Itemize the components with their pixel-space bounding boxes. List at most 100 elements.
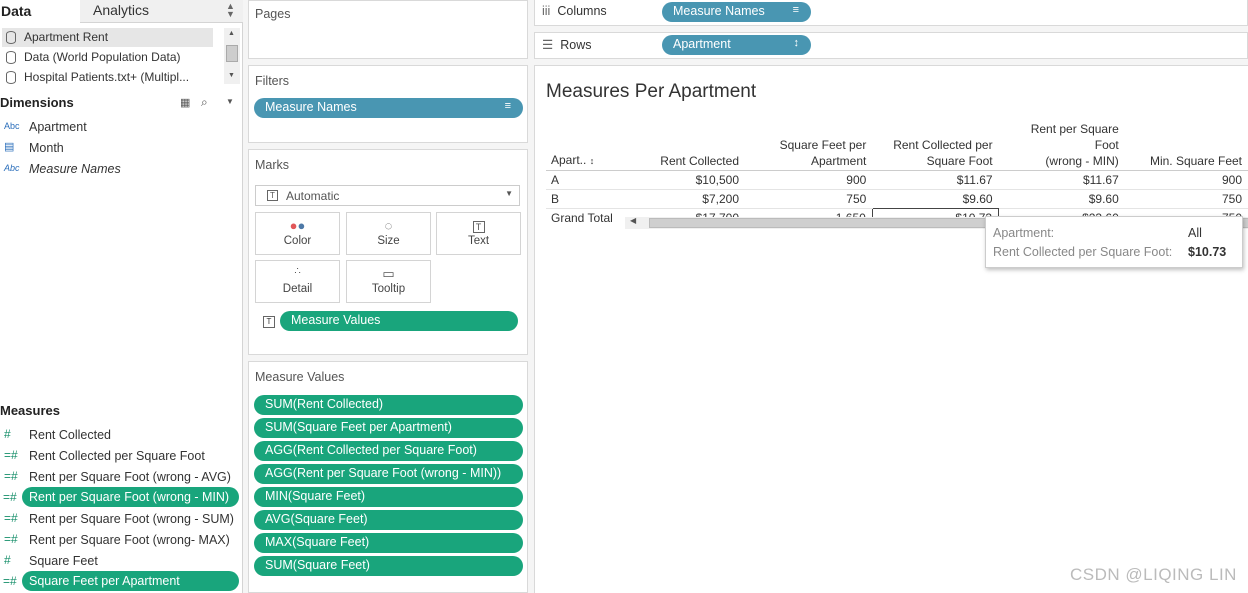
measure-field[interactable]: =# Rent per Square Foot (wrong- MAX)	[4, 530, 230, 550]
text-icon: T	[437, 218, 520, 235]
tooltip-button[interactable]: ▭ Tooltip	[346, 260, 431, 303]
table-header-row: Apart.. ↕ Rent Collected Square Feet per…	[546, 121, 1248, 171]
measure-values-title: Measure Values	[255, 370, 345, 384]
data-source-label: Apartment Rent	[24, 30, 109, 44]
filter-pill[interactable]: Measure Names ≡	[254, 98, 523, 118]
size-button[interactable]: ◌ Size	[346, 212, 431, 255]
columns-icon: iii	[542, 4, 551, 18]
tooltip: Apartment: All Rent Collected per Square…	[985, 216, 1243, 268]
data-source-label: Hospital Patients.txt+ (Multipl...	[24, 70, 190, 84]
search-icon[interactable]: ⌕	[201, 95, 208, 110]
measure-values-card: Measure Values SUM(Rent Collected) SUM(S…	[248, 361, 528, 593]
measure-field[interactable]: =# Rent per Square Foot (wrong - AVG)	[4, 467, 231, 487]
text-button[interactable]: T Text	[436, 212, 521, 255]
data-source-item[interactable]: Hospital Patients.txt+ (Multipl...	[2, 68, 213, 87]
columns-pill[interactable]: Measure Names ≡	[662, 2, 811, 22]
column-header[interactable]: Rent Collected per Square Foot	[872, 121, 999, 171]
tab-analytics[interactable]: Analytics	[93, 2, 149, 18]
measure-field[interactable]: =# Rent Collected per Square Foot	[4, 446, 205, 466]
color-icon: ●●	[289, 218, 306, 233]
tooltip-label: Apartment:	[993, 226, 1055, 240]
chevron-down-icon: ▼	[505, 189, 513, 198]
data-source-item[interactable]: Apartment Rent	[2, 28, 213, 47]
measure-pill[interactable]: SUM(Square Feet per Apartment)	[254, 418, 523, 438]
measure-field-selected[interactable]: Rent per Square Foot (wrong - MIN)	[22, 487, 239, 507]
scroll-thumb[interactable]	[226, 45, 238, 62]
string-type-icon: Abc	[4, 163, 20, 173]
pane-menu-icon[interactable]: ▲ ▼	[226, 2, 235, 19]
calc-number-icon: =#	[3, 574, 17, 588]
column-header[interactable]: Rent Collected	[640, 121, 745, 171]
scroll-up-icon[interactable]: ▲	[228, 30, 235, 37]
measure-pill[interactable]: SUM(Rent Collected)	[254, 395, 523, 415]
measure-pill[interactable]: AVG(Square Feet)	[254, 510, 523, 530]
view-as-list-icon[interactable]: ▦	[180, 96, 190, 109]
data-source-label: Data (World Population Data)	[24, 50, 181, 64]
measure-values-pill[interactable]: Measure Values	[280, 311, 518, 331]
columns-shelf[interactable]: iii Columns Measure Names ≡	[534, 0, 1248, 26]
calc-number-icon: =#	[4, 532, 18, 546]
measure-pill[interactable]: AGG(Rent per Square Foot (wrong - MIN))	[254, 464, 523, 484]
text-mark-icon: T	[263, 316, 275, 328]
crosstab: Apart.. ↕ Rent Collected Square Feet per…	[546, 121, 1248, 228]
chevron-down-icon[interactable]: ▼	[226, 97, 234, 106]
column-header[interactable]: Square Feet per Apartment	[745, 121, 873, 171]
dimension-field[interactable]: Abc Measure Names	[4, 159, 121, 179]
rows-shelf[interactable]: ☰ Rows Apartment ↕	[534, 32, 1248, 59]
page-title: Measures Per Apartment	[546, 81, 757, 102]
dimension-field[interactable]: Abc Apartment	[4, 117, 87, 137]
column-header[interactable]: Min. Square Feet	[1124, 121, 1248, 171]
database-icon	[6, 51, 16, 64]
view-area[interactable]: Measures Per Apartment Apart.. ↕ Rent Co…	[534, 65, 1248, 593]
number-type-icon: #	[4, 427, 11, 441]
data-pane: Data Analytics ▲ ▼ Apartment Rent Data (W…	[0, 0, 243, 593]
tooltip-value: All	[1188, 226, 1202, 240]
data-source-scrollbar[interactable]: ▲ ▼	[224, 28, 240, 84]
measure-pill[interactable]: SUM(Square Feet)	[254, 556, 523, 576]
measure-field[interactable]: # Square Feet	[4, 551, 98, 571]
detail-icon: ∴	[294, 266, 301, 277]
measure-field-selected[interactable]: Square Feet per Apartment	[22, 571, 239, 591]
columns-label: iii Columns	[542, 4, 607, 18]
measure-pill[interactable]: AGG(Rent Collected per Square Foot)	[254, 441, 523, 461]
tooltip-label: Rent Collected per Square Foot:	[993, 245, 1173, 259]
detail-button[interactable]: ∴ Detail	[255, 260, 340, 303]
pages-title: Pages	[255, 7, 291, 21]
measure-pill[interactable]: MAX(Square Feet)	[254, 533, 523, 553]
tooltip-value: $10.73	[1188, 245, 1227, 259]
column-header-apartment[interactable]: Apart.. ↕	[546, 121, 641, 171]
text-mark-icon: T	[267, 190, 278, 201]
color-button[interactable]: ●● Color	[255, 212, 340, 255]
scroll-left-icon[interactable]: ◀	[630, 216, 636, 225]
watermark: CSDN @LIQING LIN	[1070, 565, 1237, 584]
rows-pill[interactable]: Apartment ↕	[662, 35, 811, 55]
measure-field[interactable]: # Rent Collected	[4, 425, 111, 445]
column-header[interactable]: Rent per Square Foot (wrong - MIN)	[998, 121, 1125, 171]
data-source-item[interactable]: Data (World Population Data)	[2, 48, 213, 67]
string-type-icon: Abc	[4, 121, 20, 131]
dimensions-header: Dimensions	[0, 95, 74, 110]
table-row[interactable]: A $10,500 900 $11.67 $11.67 900	[546, 170, 1248, 190]
pane-tabs: Data Analytics ▲ ▼	[0, 0, 243, 23]
size-icon: ◌	[384, 218, 393, 233]
date-type-icon: ▤	[4, 141, 15, 153]
calc-number-icon: =#	[4, 448, 18, 462]
database-icon	[6, 71, 16, 84]
tab-data[interactable]: Data	[0, 0, 80, 23]
sort-icon[interactable]: ↕	[590, 156, 595, 166]
sort-icon: ↕	[793, 37, 800, 49]
calc-number-icon: =#	[3, 490, 17, 504]
filters-title: Filters	[255, 74, 290, 88]
measure-field[interactable]: =# Rent per Square Foot (wrong - SUM)	[4, 509, 234, 529]
table-row[interactable]: B $7,200 750 $9.60 $9.60 750	[546, 189, 1248, 209]
dimension-field[interactable]: ▤ Month	[4, 138, 64, 158]
mark-type-dropdown[interactable]: T Automatic ▼	[255, 185, 520, 206]
rows-label: ☰ Rows	[542, 38, 592, 52]
filters-card[interactable]: Filters Measure Names ≡	[248, 65, 528, 143]
speech-bubble-icon: ▭	[382, 266, 395, 281]
calc-number-icon: =#	[4, 469, 18, 483]
measure-pill[interactable]: MIN(Square Feet)	[254, 487, 523, 507]
scroll-down-icon[interactable]: ▼	[228, 72, 235, 79]
number-type-icon: #	[4, 553, 11, 567]
pages-card[interactable]: Pages	[248, 0, 528, 59]
